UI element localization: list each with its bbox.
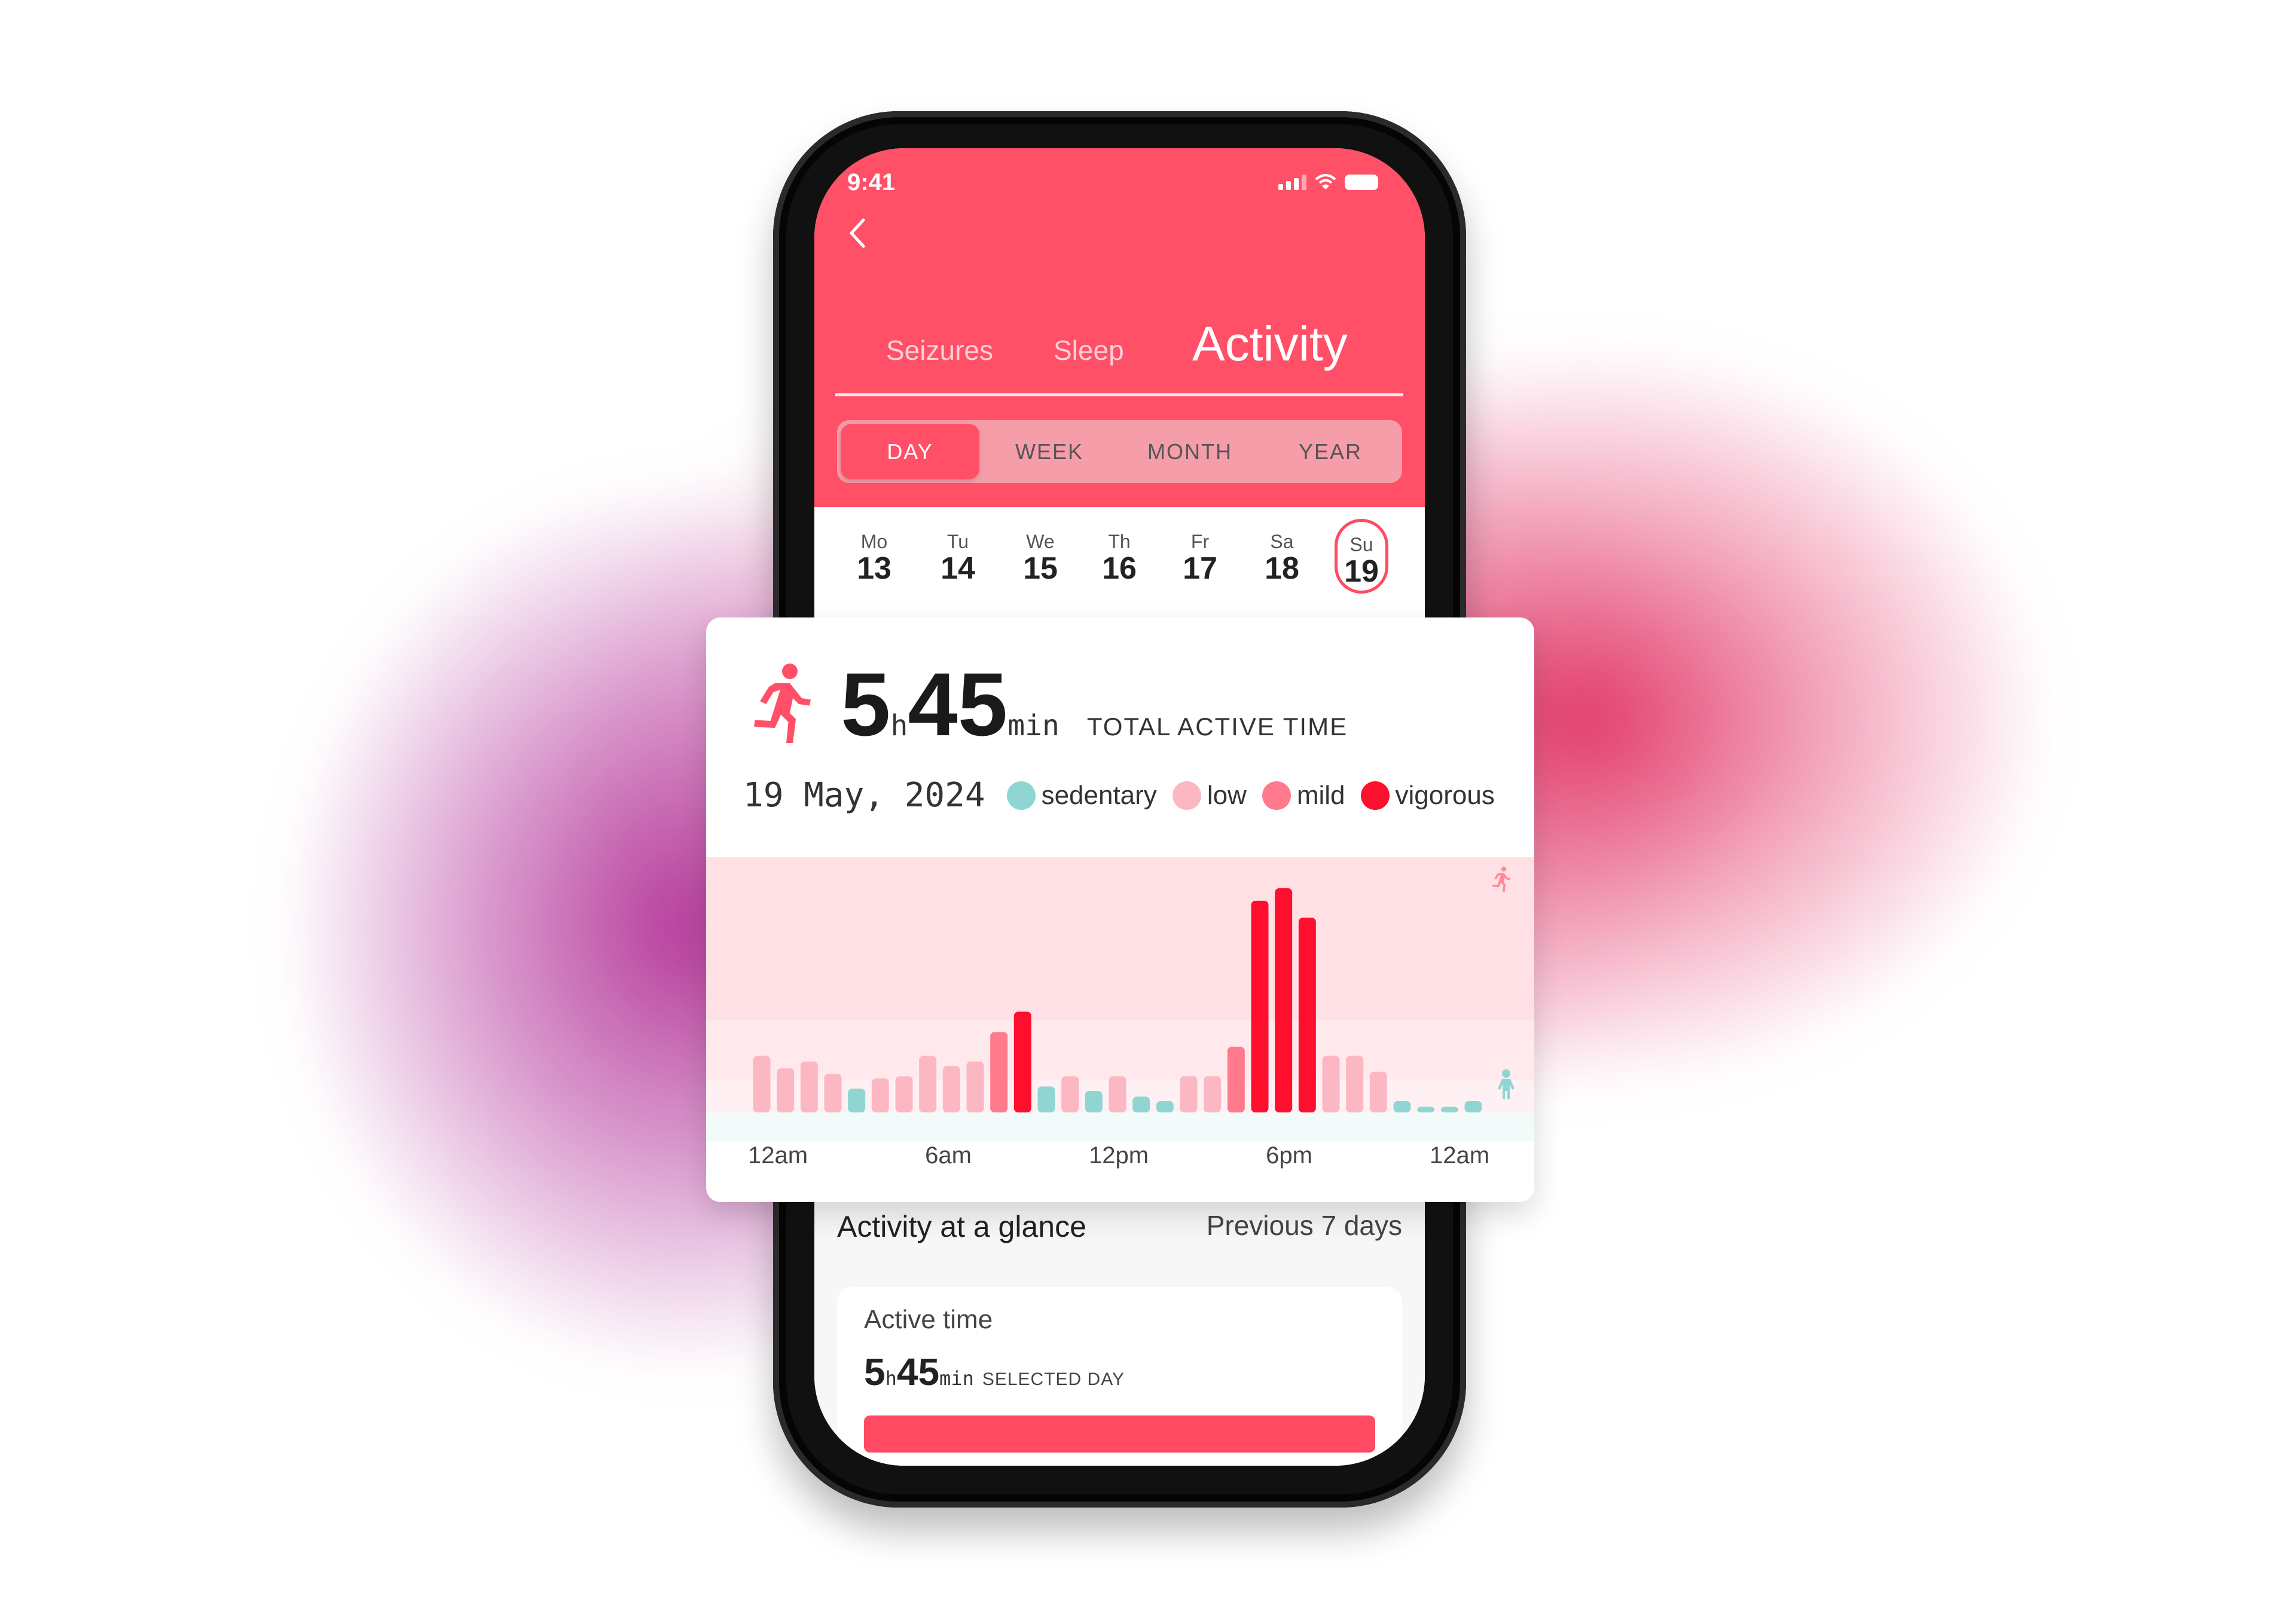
x-axis-ticks: 12am 6am 12pm 6pm 12am <box>748 1142 1489 1169</box>
bar-low[interactable] <box>942 1066 960 1112</box>
bar-vigorous[interactable] <box>1298 918 1316 1112</box>
bar-sedentary[interactable] <box>1393 1101 1411 1112</box>
status-time: 9:41 <box>847 169 896 195</box>
x-tick-label: 12pm <box>1089 1142 1149 1169</box>
date-legend-row: 19 May, 2024 sedentary low mild vigorous <box>743 776 1504 815</box>
active-time-title: Active time <box>864 1305 993 1334</box>
selected-date: 19 May, 2024 <box>743 776 985 815</box>
glance-title: Activity at a glance <box>837 1210 1086 1243</box>
back-chevron-icon[interactable] <box>845 215 869 251</box>
legend-dot-mild <box>1262 781 1291 810</box>
bar-low[interactable] <box>1061 1076 1079 1112</box>
day-sa[interactable]: Sa 18 <box>1255 531 1309 586</box>
battery-icon <box>1345 175 1378 190</box>
week-strip: Mo 13 Tu 14 We 15 Th 16 Fr 17 Sa 18 Su 19 <box>814 507 1425 620</box>
legend-label-vigorous: vigorous <box>1395 780 1495 810</box>
activity-summary-card: 5 h 45 min TOTAL ACTIVE TIME 19 May, 202… <box>706 617 1534 1202</box>
bar-low[interactable] <box>1204 1076 1222 1112</box>
tab-seizures[interactable]: Seizures <box>886 334 993 366</box>
bar-vigorous[interactable] <box>1251 900 1269 1112</box>
bar-sedentary[interactable] <box>1037 1086 1055 1112</box>
running-person-icon <box>754 664 811 743</box>
day-fr[interactable]: Fr 17 <box>1173 531 1227 586</box>
bar-sedentary[interactable] <box>1417 1106 1435 1112</box>
glance-range-selector[interactable]: Previous 7 days <box>1207 1209 1402 1242</box>
x-tick-label: 6am <box>925 1142 972 1169</box>
wifi-icon <box>1315 174 1336 189</box>
total-active-time: 5 h 45 min TOTAL ACTIVE TIME <box>841 654 1348 754</box>
bar-vigorous[interactable] <box>1013 1011 1031 1112</box>
bar-sedentary[interactable] <box>1156 1101 1174 1112</box>
bar-mild[interactable] <box>990 1032 1008 1112</box>
bar-sedentary[interactable] <box>1085 1091 1103 1112</box>
activity-bar-chart: 12am 6am 12pm 6pm 12am <box>706 857 1534 1169</box>
band-vigorous <box>706 857 1534 1020</box>
day-tu[interactable]: Tu 14 <box>931 531 985 586</box>
bar-sedentary[interactable] <box>1464 1101 1482 1112</box>
selected-day-value: 5 h 45 min SELECTED DAY <box>864 1350 1125 1393</box>
tab-activity[interactable]: Activity <box>1192 316 1348 372</box>
bar-vigorous[interactable] <box>1275 888 1293 1112</box>
period-week[interactable]: WEEK <box>981 420 1118 483</box>
tab-underline <box>835 393 1403 396</box>
selected-day-progress-bar <box>864 1415 1375 1453</box>
bar-low[interactable] <box>966 1061 984 1112</box>
day-we[interactable]: We 15 <box>1013 531 1067 586</box>
x-tick-label: 6pm <box>1266 1142 1312 1169</box>
bar-sedentary[interactable] <box>848 1089 866 1112</box>
header: 9:41 Seizures Sleep Activity DAY WEEK MO… <box>814 148 1425 507</box>
legend-label-low: low <box>1207 780 1247 810</box>
period-year[interactable]: YEAR <box>1262 420 1399 483</box>
band-mild <box>706 1020 1534 1080</box>
bar-low[interactable] <box>871 1078 889 1112</box>
band-sedentary <box>706 1112 1534 1141</box>
x-tick-label: 12am <box>748 1142 808 1169</box>
period-day[interactable]: DAY <box>841 424 979 479</box>
legend-dot-low <box>1172 781 1201 810</box>
bar-sedentary[interactable] <box>1440 1106 1458 1112</box>
bar-low[interactable] <box>753 1056 771 1112</box>
bar-low[interactable] <box>1369 1071 1387 1112</box>
period-selector: DAY WEEK MONTH YEAR <box>837 420 1402 483</box>
bar-sedentary[interactable] <box>1132 1096 1150 1112</box>
tab-sleep[interactable]: Sleep <box>1054 334 1124 366</box>
signal-icon <box>1278 175 1306 190</box>
bar-low[interactable] <box>1322 1056 1340 1112</box>
bar-low[interactable] <box>824 1074 842 1112</box>
day-mo[interactable]: Mo 13 <box>847 531 901 586</box>
bar-low[interactable] <box>1180 1076 1198 1112</box>
legend-label-mild: mild <box>1296 780 1345 810</box>
day-th[interactable]: Th 16 <box>1092 531 1146 586</box>
status-icons <box>1278 173 1378 190</box>
period-month[interactable]: MONTH <box>1118 420 1262 483</box>
legend-dot-vigorous <box>1360 781 1390 810</box>
bar-low[interactable] <box>1346 1056 1364 1112</box>
bar-low[interactable] <box>1109 1076 1126 1112</box>
bar-mild[interactable] <box>1227 1047 1245 1112</box>
bar-low[interactable] <box>777 1068 795 1112</box>
legend-dot-sedentary <box>1006 781 1036 810</box>
bar-low[interactable] <box>800 1061 818 1112</box>
bar-low[interactable] <box>919 1056 937 1112</box>
active-time-card: Active time 5 h 45 min SELECTED DAY 4 h … <box>837 1287 1402 1466</box>
legend-label-sedentary: sedentary <box>1041 780 1157 810</box>
top-tabs: Seizures Sleep Activity <box>814 301 1425 371</box>
bar-low[interactable] <box>895 1076 913 1112</box>
x-tick-label: 12am <box>1430 1142 1489 1169</box>
day-su-selected[interactable]: Su 19 <box>1335 519 1388 594</box>
